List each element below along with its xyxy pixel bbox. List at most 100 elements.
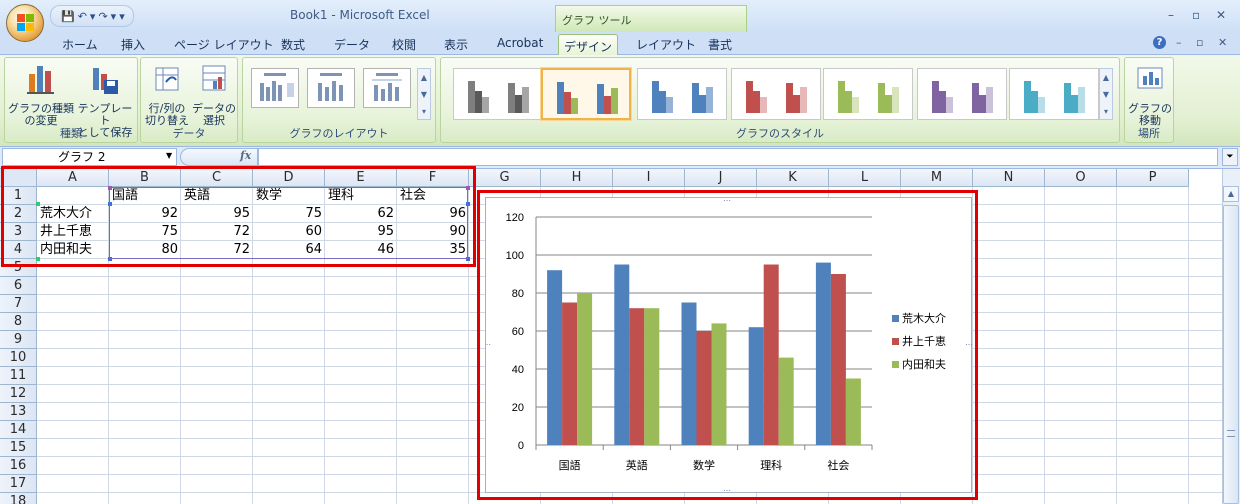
style-bar [522,87,529,113]
insert-function-icon[interactable]: fx [240,149,251,162]
style-bar [1024,81,1031,113]
tab-page-layout[interactable]: ページ レイアウト [174,36,274,53]
layout-gallery-scroll[interactable]: ▲ ▼ ▾ [417,68,431,120]
column-header-j[interactable]: J [685,169,757,187]
customize-qat-icon[interactable]: ▾ [119,10,125,23]
row-header-14[interactable]: 14 [0,421,37,439]
layout-thumbnail-1[interactable] [251,68,299,108]
row-header-8[interactable]: 8 [0,313,37,331]
style-bar [508,83,515,113]
style-bar [932,81,939,113]
redo-icon[interactable]: ↷ [98,10,107,23]
tab-chart-layout[interactable]: レイアウト [636,36,696,53]
row-header-10[interactable]: 10 [0,349,37,367]
style-bar [800,87,807,113]
tab-acrobat[interactable]: Acrobat [497,36,543,50]
row-header-17[interactable]: 17 [0,475,37,493]
style-bar [692,83,699,113]
layout-thumbnail-2[interactable] [307,68,355,108]
column-header-m[interactable]: M [901,169,973,187]
dropdown-icon[interactable]: ▾ [111,10,117,23]
row-header-6[interactable]: 6 [0,277,37,295]
select-data-button[interactable]: データの 選択 [191,62,237,127]
highlight-box-table [1,166,476,267]
row-header-9[interactable]: 9 [0,331,37,349]
tab-review[interactable]: 校閲 [392,36,416,53]
row-header-7[interactable]: 7 [0,295,37,313]
scroll-thumb[interactable] [1223,205,1239,504]
style-bar [972,83,979,113]
style-bar [557,82,564,114]
style-bar [746,81,753,113]
row-header-15[interactable]: 15 [0,439,37,457]
scroll-up-icon[interactable]: ▲ [1223,186,1239,202]
tab-insert[interactable]: 挿入 [121,36,145,53]
chart-style-thumbnail[interactable] [823,68,913,120]
save-icon[interactable]: 💾 [61,10,75,23]
row-header-12[interactable]: 12 [0,385,37,403]
office-button[interactable] [6,4,44,42]
column-header-g[interactable]: G [469,169,541,187]
minimize-button[interactable]: – [1168,8,1174,22]
chart-style-icon [557,82,618,114]
row-header-16[interactable]: 16 [0,457,37,475]
ribbon-close-button[interactable]: ✕ [1218,36,1227,49]
column-gridline [1188,187,1189,504]
ribbon-minimize-button[interactable]: – [1176,36,1182,49]
row-header-11[interactable]: 11 [0,367,37,385]
undo-icon[interactable]: ↶ [78,10,87,23]
tab-formulas[interactable]: 数式 [281,36,305,53]
tab-home[interactable]: ホーム [62,36,98,53]
layout-thumbnail-3[interactable] [363,68,411,108]
style-bar [604,96,611,114]
style-bar [885,95,892,113]
move-chart-label: グラフの 移動 [1128,102,1172,127]
chart-style-thumbnail[interactable] [917,68,1007,120]
formula-bar-expand-icon[interactable]: ⏷ [1222,148,1238,166]
column-header-k[interactable]: K [757,169,829,187]
move-chart-icon [1137,67,1163,89]
style-bar [1038,97,1045,113]
tab-format[interactable]: 書式 [708,36,732,53]
group-chart-styles: ▲ ▼ ▾ グラフのスタイル [440,57,1120,143]
change-chart-type-label: グラフの種類 の変更 [8,102,74,127]
row-header-13[interactable]: 13 [0,403,37,421]
chart-style-thumbnail[interactable] [731,68,821,120]
chart-type-icon [27,66,54,94]
style-bar [986,87,993,113]
group-location-label: 場所 [1138,127,1160,140]
column-header-n[interactable]: N [973,169,1045,187]
name-box-dropdown-icon[interactable]: ▼ [166,151,172,160]
ribbon-restore-button[interactable]: ▫ [1196,36,1203,49]
help-icon[interactable]: ? [1153,36,1166,49]
close-button[interactable]: ✕ [1216,8,1226,22]
row-header-18[interactable]: 18 [0,493,37,504]
chart-style-thumbnail[interactable] [637,68,727,120]
switch-row-column-button[interactable]: 行/列の 切り替え [144,62,190,127]
column-header-l[interactable]: L [829,169,901,187]
move-chart-button[interactable]: グラフの 移動 [1127,62,1173,127]
change-chart-type-button[interactable]: グラフの種類 の変更 [8,62,74,127]
tab-design[interactable]: デザイン [558,34,618,56]
chart-style-thumbnail[interactable] [1009,68,1099,120]
chart-style-thumbnail[interactable] [541,68,631,120]
tab-view[interactable]: 表示 [444,36,468,53]
chart-style-thumbnail[interactable] [453,68,543,120]
column-header-h[interactable]: H [541,169,613,187]
formula-input[interactable] [258,148,1218,166]
style-bar [946,97,953,113]
restore-button[interactable]: ▫ [1192,8,1200,22]
column-header-i[interactable]: I [613,169,685,187]
tab-data[interactable]: データ [334,36,370,53]
column-header-p[interactable]: P [1117,169,1189,187]
name-box[interactable]: グラフ 2 [2,148,177,166]
style-bar [979,95,986,113]
style-bar [753,91,760,113]
style-gallery-scroll[interactable]: ▲ ▼ ▾ [1099,68,1113,120]
style-bar [1078,87,1085,113]
chart-style-icon [1024,81,1085,113]
select-data-label: データの 選択 [192,102,236,127]
dropdown-icon[interactable]: ▾ [90,10,96,23]
group-data: 行/列の 切り替え データの 選択 データ [140,57,238,143]
column-header-o[interactable]: O [1045,169,1117,187]
